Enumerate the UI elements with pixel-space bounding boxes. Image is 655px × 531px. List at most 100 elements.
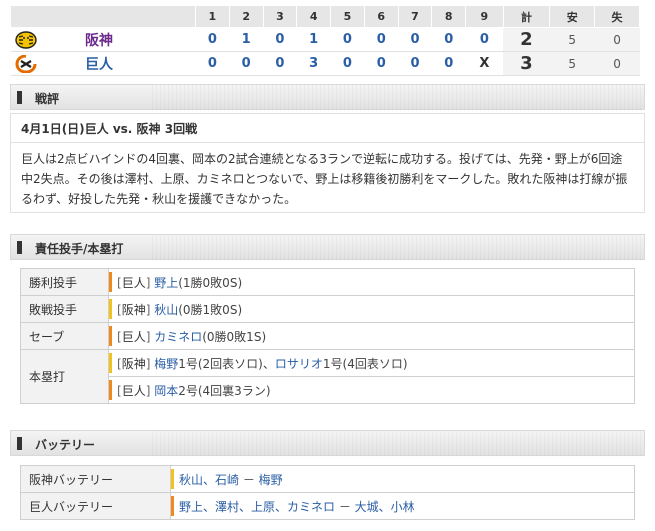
total-runs: 2 bbox=[503, 27, 550, 52]
hr-detail: 1号(4回表ソロ) bbox=[322, 356, 408, 371]
total-header: 計 bbox=[502, 5, 551, 28]
battery-catchers[interactable]: 大城、小林 bbox=[355, 500, 415, 514]
score-cell: 1 bbox=[229, 27, 264, 52]
row-value: 野上、澤村、上原、カミネロ － 大城、小林 bbox=[170, 492, 635, 520]
pitchers-section-header: 責任投手/本塁打 bbox=[10, 234, 645, 261]
player-link[interactable]: 秋山 bbox=[154, 303, 178, 317]
score-cell: 0 bbox=[465, 27, 504, 52]
player-link[interactable]: ロサリオ bbox=[275, 357, 323, 371]
hits-count: 5 bbox=[549, 51, 595, 76]
team-color-stripe bbox=[109, 380, 112, 400]
player-link[interactable]: 岡本 bbox=[154, 384, 178, 398]
team-color-stripe bbox=[109, 353, 112, 373]
score-cell: 0 bbox=[364, 27, 399, 52]
row-value: [巨人] 岡本2号(4回裏3ラン) bbox=[108, 376, 635, 404]
review-section-header: 戦評 bbox=[10, 84, 645, 111]
record: (0勝0敗1S) bbox=[202, 329, 267, 344]
header-decoration bbox=[149, 235, 644, 261]
score-cell: 0 bbox=[229, 51, 264, 76]
giants-logo-icon bbox=[14, 54, 37, 74]
team-cell: 巨人 bbox=[10, 51, 196, 76]
errors-count: 0 bbox=[594, 27, 640, 52]
section-bar-icon bbox=[17, 437, 22, 450]
row-label: セーブ bbox=[20, 322, 109, 350]
pitchers-table: 勝利投手 [巨人] 野上(1勝0敗0S) 敗戦投手 [阪神] 秋山(0勝1敗0S… bbox=[20, 268, 635, 404]
inning-2-header: 2 bbox=[228, 5, 264, 28]
loss-pitcher-row: 敗戦投手 [阪神] 秋山(0勝1敗0S) bbox=[20, 295, 635, 323]
header-decoration bbox=[149, 431, 644, 457]
hits-header: 安 bbox=[549, 5, 596, 28]
score-cell: 0 bbox=[431, 27, 466, 52]
row-value: [阪神] 梅野1号(2回表ソロ)、ロサリオ1号(4回表ソロ) bbox=[108, 349, 635, 377]
team-name: 阪神 bbox=[121, 302, 146, 317]
inning-7-header: 7 bbox=[397, 5, 433, 28]
score-cell: 3 bbox=[296, 51, 331, 76]
battery-pitchers[interactable]: 野上、澤村、上原、カミネロ bbox=[179, 500, 335, 514]
inning-8-header: 8 bbox=[431, 5, 467, 28]
team-color-stripe bbox=[109, 326, 112, 346]
team-color-stripe bbox=[109, 299, 112, 319]
score-cell: 0 bbox=[398, 27, 432, 52]
row-label: 阪神バッテリー bbox=[20, 465, 171, 493]
battery-separator: － bbox=[335, 499, 355, 514]
hits-count: 5 bbox=[549, 27, 595, 52]
team-name: 巨人 bbox=[121, 329, 146, 344]
battery-catchers[interactable]: 梅野 bbox=[259, 473, 283, 487]
row-value: [阪神] 秋山(0勝1敗0S) bbox=[108, 295, 635, 323]
team-row-kyojin: 巨人 0 0 0 3 0 0 0 0 X 3 5 0 bbox=[10, 51, 640, 76]
team-name-hanshin[interactable]: 阪神 bbox=[85, 30, 113, 50]
score-cell: 0 bbox=[195, 27, 230, 52]
team-name: 巨人 bbox=[121, 275, 146, 290]
team-color-stripe bbox=[171, 496, 174, 516]
hr-detail: 2号(4回裏3ラン) bbox=[178, 383, 271, 398]
team-cell: 阪神 bbox=[10, 27, 196, 52]
team-name: 巨人 bbox=[121, 383, 146, 398]
record: (0勝1敗0S) bbox=[178, 302, 243, 317]
row-label: 巨人バッテリー bbox=[20, 492, 171, 520]
errors-header: 失 bbox=[594, 5, 640, 28]
battery-pitchers[interactable]: 秋山、石崎 bbox=[179, 473, 239, 487]
scoreboard: 1 2 3 4 5 6 7 8 9 計 安 失 阪神 0 1 0 1 0 0 0… bbox=[10, 5, 640, 76]
section-title: 責任投手/本塁打 bbox=[35, 242, 124, 256]
hr-row-hanshin: 本塁打 [阪神] 梅野1号(2回表ソロ)、ロサリオ1号(4回表ソロ) bbox=[20, 349, 635, 404]
row-label: 敗戦投手 bbox=[20, 295, 109, 323]
game-review: 4月1日(日)巨人 vs. 阪神 3回戦 巨人は2点ビハインドの4回裏、岡本の2… bbox=[10, 113, 645, 213]
total-runs: 3 bbox=[503, 51, 550, 76]
score-cell: 0 bbox=[263, 27, 297, 52]
battery-table: 阪神バッテリー 秋山、石崎 － 梅野 巨人バッテリー 野上、澤村、上原、カミネロ… bbox=[20, 465, 635, 520]
review-body: 巨人は2点ビハインドの4回裏、岡本の2試合連続となる3ランで逆転に成功する。投げ… bbox=[21, 152, 628, 206]
score-cell: 0 bbox=[431, 51, 466, 76]
inning-4-header: 4 bbox=[296, 5, 332, 28]
score-cell: 0 bbox=[263, 51, 297, 76]
battery-separator: － bbox=[239, 472, 259, 487]
score-cell: 0 bbox=[330, 27, 365, 52]
section-title: バッテリー bbox=[35, 438, 96, 452]
section-title: 戦評 bbox=[35, 92, 60, 106]
row-label: 本塁打 bbox=[20, 349, 109, 404]
player-link[interactable]: カミネロ bbox=[154, 330, 202, 344]
team-color-stripe bbox=[109, 272, 112, 292]
inning-9-header: 9 bbox=[465, 5, 504, 28]
row-value: 秋山、石崎 － 梅野 bbox=[170, 465, 635, 493]
battery-row-kyojin: 巨人バッテリー 野上、澤村、上原、カミネロ － 大城、小林 bbox=[20, 492, 635, 520]
score-cell: 0 bbox=[330, 51, 365, 76]
record: (1勝0敗0S) bbox=[178, 275, 243, 290]
score-cell: 0 bbox=[398, 51, 432, 76]
team-color-stripe bbox=[171, 469, 174, 489]
row-value: [巨人] カミネロ(0勝0敗1S) bbox=[108, 322, 635, 350]
battery-section-header: バッテリー bbox=[10, 430, 645, 457]
errors-count: 0 bbox=[594, 51, 640, 76]
section-bar-icon bbox=[17, 241, 22, 254]
review-headline: 4月1日(日)巨人 vs. 阪神 3回戦 bbox=[11, 114, 644, 143]
inning-3-header: 3 bbox=[262, 5, 298, 28]
header-decoration bbox=[149, 85, 644, 111]
team-row-hanshin: 阪神 0 1 0 1 0 0 0 0 0 2 5 0 bbox=[10, 27, 640, 52]
save-pitcher-row: セーブ [巨人] カミネロ(0勝0敗1S) bbox=[20, 322, 635, 350]
player-link[interactable]: 野上 bbox=[154, 276, 178, 290]
player-link[interactable]: 梅野 bbox=[154, 357, 178, 371]
section-bar-icon bbox=[17, 91, 22, 104]
team-name-kyojin[interactable]: 巨人 bbox=[85, 54, 113, 74]
win-pitcher-row: 勝利投手 [巨人] 野上(1勝0敗0S) bbox=[20, 268, 635, 296]
hr-row-kyojin: [巨人] 岡本2号(4回裏3ラン) bbox=[21, 376, 635, 404]
score-cell: 0 bbox=[195, 51, 230, 76]
